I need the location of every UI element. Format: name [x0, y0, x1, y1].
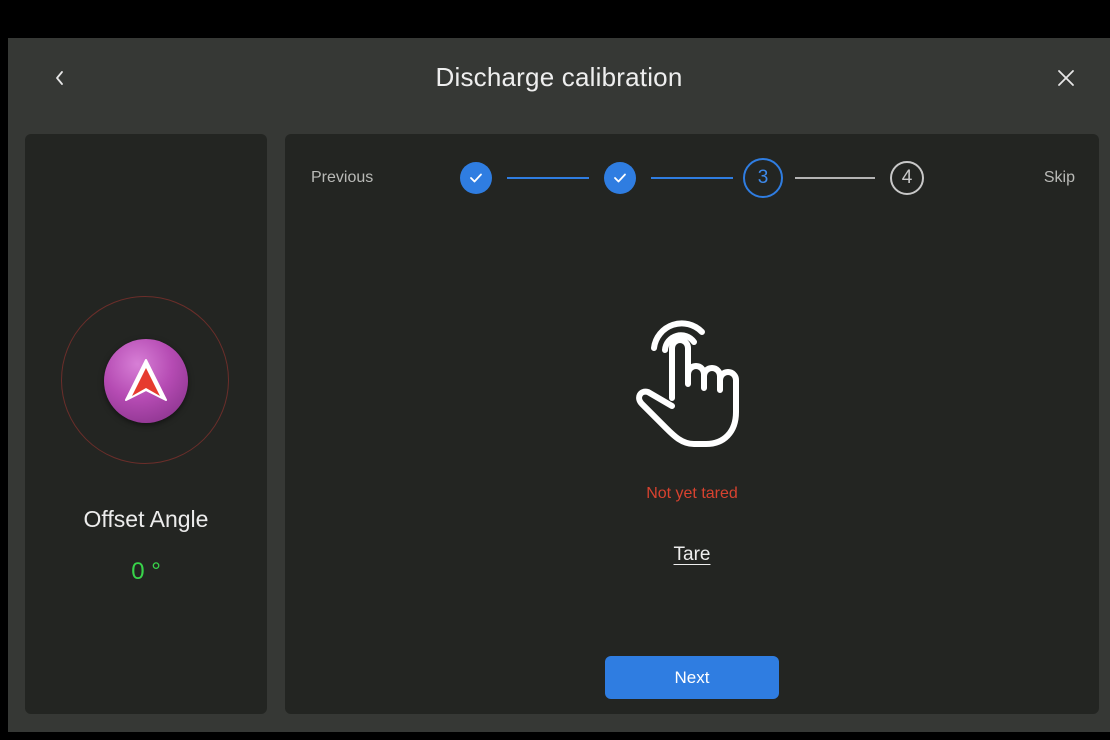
step-connector: [507, 177, 589, 179]
tare-status-text: Not yet tared: [646, 485, 738, 502]
calibration-screen: Discharge calibration Offset Angle 0 ° P…: [8, 38, 1110, 732]
skip-button[interactable]: Skip: [1044, 169, 1075, 187]
close-button[interactable]: [1050, 62, 1082, 94]
calibration-step-panel: Previous Skip 3 4 Not yet tared Tare Nex…: [285, 134, 1099, 714]
next-button[interactable]: Next: [605, 656, 779, 699]
step-1-completed: [460, 162, 492, 194]
step-4-pending: 4: [890, 161, 924, 195]
compass-badge: [104, 339, 188, 423]
page-title: Discharge calibration: [435, 62, 683, 92]
step-2-completed: [604, 162, 636, 194]
offset-angle-panel: Offset Angle 0 °: [25, 134, 267, 714]
previous-button[interactable]: Previous: [311, 169, 373, 187]
tare-row: Tare: [285, 544, 1099, 566]
step-connector: [795, 177, 875, 179]
offset-angle-label: Offset Angle: [83, 506, 209, 532]
tare-button[interactable]: Tare: [674, 544, 711, 565]
step-3-current: 3: [743, 158, 783, 198]
navigation-arrow-icon: [125, 359, 167, 401]
tap-hand-icon: [636, 320, 739, 447]
step-connector: [651, 177, 733, 179]
check-icon: [470, 173, 482, 183]
header: Discharge calibration: [8, 38, 1110, 126]
offset-angle-value: 0 °: [131, 558, 161, 585]
compass-ring: [61, 296, 229, 464]
check-icon: [614, 173, 626, 183]
close-icon: [1058, 70, 1074, 86]
